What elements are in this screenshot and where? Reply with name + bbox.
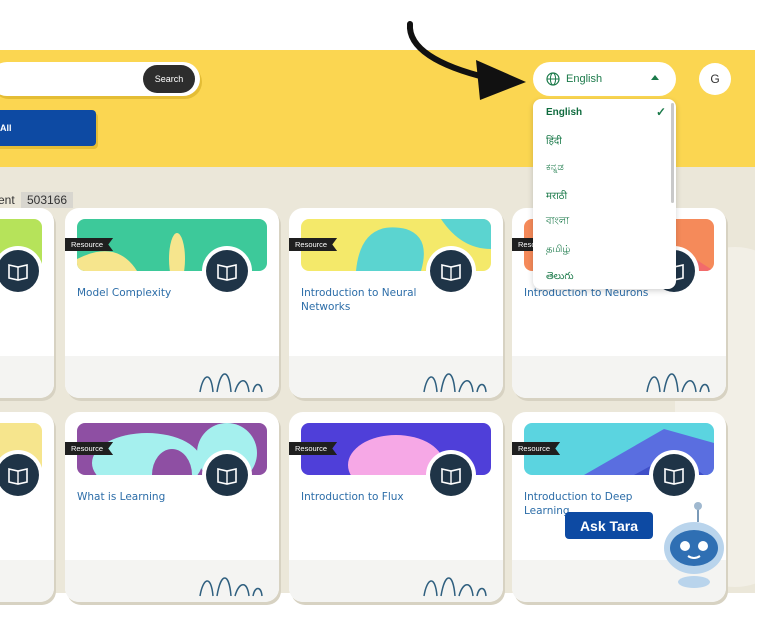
language-option[interactable]: मराठी <box>533 181 676 208</box>
card-title[interactable]: What is Learning <box>77 490 207 504</box>
language-option[interactable]: বাংলা <box>533 209 676 236</box>
plant-doodle-icon <box>646 373 710 393</box>
resource-tag: Resource <box>289 238 338 251</box>
card-title[interactable]: Introduction to Flux <box>301 490 431 504</box>
book-icon <box>441 468 461 485</box>
search-button[interactable]: Search <box>143 65 195 93</box>
language-option[interactable]: हिंदी <box>533 126 676 153</box>
book-icon-badge <box>426 450 476 500</box>
language-option[interactable]: English ✓ <box>533 99 676 126</box>
card-footer <box>0 560 54 602</box>
book-icon <box>8 264 28 281</box>
card-title[interactable]: Model Complexity <box>77 286 207 300</box>
language-option[interactable]: తెలుగు <box>533 263 676 289</box>
book-icon-badge <box>0 450 43 500</box>
card-title[interactable]: Introduction to Neural Networks <box>301 286 431 314</box>
resource-card[interactable]: Resource Introduction to Neural Networks <box>289 208 503 398</box>
resource-tag: Resource <box>65 238 114 251</box>
book-icon-badge <box>426 246 476 296</box>
book-icon <box>217 468 237 485</box>
resource-card[interactable]: Resource Model Complexity <box>65 208 279 398</box>
book-icon-badge <box>0 246 43 296</box>
globe-icon <box>546 72 560 86</box>
language-current: English <box>566 73 603 85</box>
dropdown-scrollbar[interactable] <box>671 103 674 203</box>
page: Search All English G English ✓ हिंदी ಕನ್… <box>0 0 773 625</box>
leaf-decoration-icon <box>682 167 722 171</box>
plant-doodle-icon <box>199 373 263 393</box>
check-icon: ✓ <box>655 105 666 119</box>
resource-tag: Resource <box>65 442 114 455</box>
card-footer <box>0 356 54 398</box>
language-selector[interactable]: English <box>533 62 676 96</box>
robot-assistant-icon[interactable] <box>660 500 728 592</box>
book-icon-badge <box>202 450 252 500</box>
language-dropdown: English ✓ हिंदी ಕನ್ನಡ मराठी বাংলা தமிழ் … <box>533 99 676 289</box>
results-count: 503166 <box>21 192 74 208</box>
plant-doodle-icon <box>423 373 487 393</box>
book-icon <box>217 264 237 281</box>
resource-card[interactable]: Resource What is Learning <box>65 412 279 602</box>
user-avatar[interactable]: G <box>699 63 731 95</box>
language-option[interactable]: தமிழ் <box>533 236 676 263</box>
caret-up-icon <box>651 75 659 80</box>
all-filter-button[interactable]: All <box>0 110 96 146</box>
book-icon <box>8 468 28 485</box>
resource-card[interactable]: Resource Introduction to Flux <box>289 412 503 602</box>
resource-card-partial[interactable] <box>0 412 54 602</box>
book-icon <box>664 468 684 485</box>
book-icon <box>441 264 461 281</box>
ask-tara-button[interactable]: Ask Tara <box>565 512 653 539</box>
book-icon-badge <box>202 246 252 296</box>
plant-doodle-icon <box>423 577 487 597</box>
resource-card-partial[interactable] <box>0 208 54 398</box>
language-option[interactable]: ಕನ್ನಡ <box>533 154 676 181</box>
resource-tag: Resource <box>512 442 561 455</box>
annotation-arrow-icon <box>406 21 526 100</box>
results-label: ent <box>0 193 15 207</box>
plant-doodle-icon <box>199 577 263 597</box>
resource-tag: Resource <box>289 442 338 455</box>
book-icon-badge <box>649 450 699 500</box>
